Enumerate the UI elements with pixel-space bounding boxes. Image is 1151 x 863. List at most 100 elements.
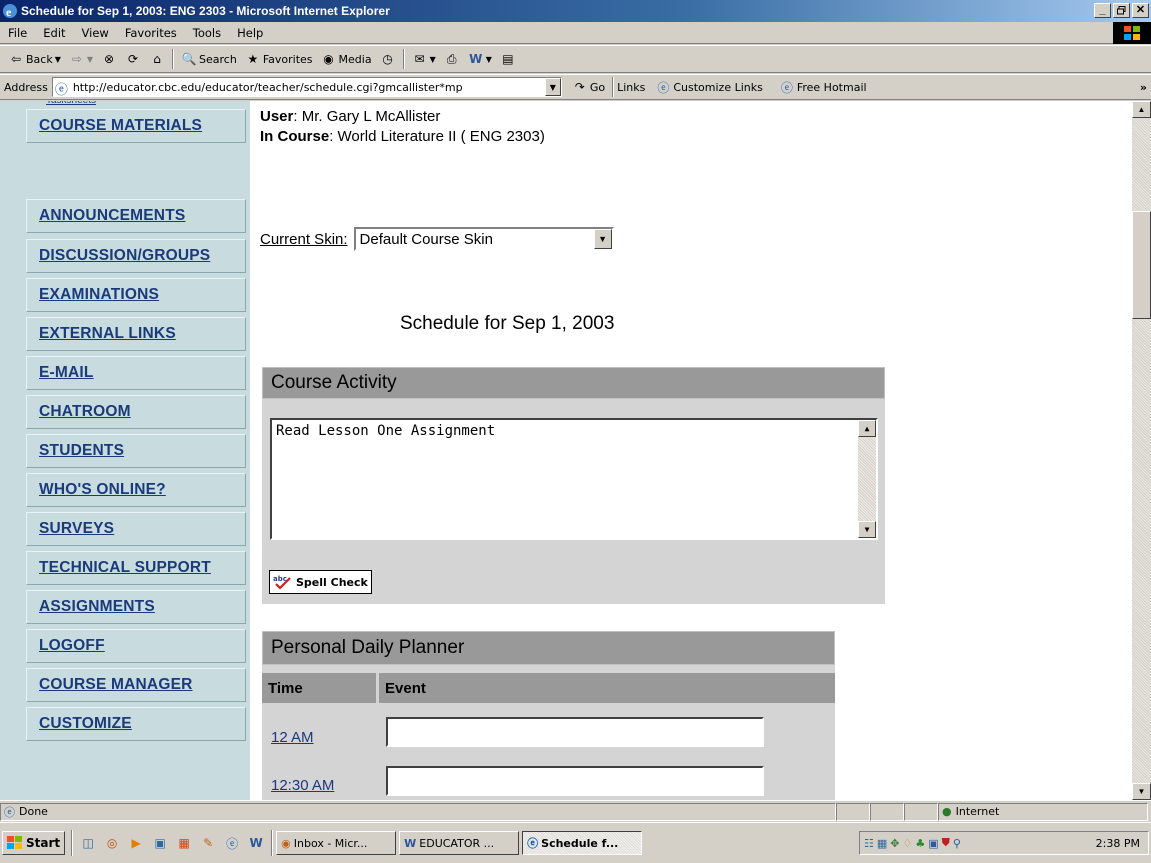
forward-button[interactable]: ⇨ ▼ (65, 51, 97, 67)
nav-announcements[interactable]: ANNOUNCEMENTS (26, 199, 246, 233)
ie-icon: ⓔ (527, 837, 539, 850)
mail-button[interactable]: ✉ ▼ (408, 51, 440, 67)
tray-network-icon[interactable]: ☷ (864, 837, 874, 850)
nav-email[interactable]: E-MAIL (26, 356, 246, 390)
media-button[interactable]: ◉ Media (317, 51, 376, 67)
clock[interactable]: 2:38 PM (1096, 837, 1140, 850)
task-schedule[interactable]: ⓔ Schedule f... (522, 831, 643, 855)
scroll-thumb[interactable] (1132, 211, 1151, 319)
scroll-up-button[interactable]: ▲ (1132, 101, 1151, 118)
free-hotmail-link[interactable]: ⓔ Free Hotmail (775, 79, 871, 95)
refresh-icon: ⟳ (128, 52, 139, 66)
nav-customize[interactable]: CUSTOMIZE (26, 707, 246, 741)
address-dropdown-button[interactable]: ▼ (544, 78, 561, 96)
maximize-button[interactable] (1113, 3, 1130, 18)
close-button[interactable]: ✕ (1132, 3, 1149, 18)
skin-dropdown-button[interactable]: ▼ (593, 229, 612, 249)
links-overflow-chevron[interactable]: » (1140, 81, 1147, 94)
status-cell (904, 802, 938, 821)
scroll-down-button[interactable]: ▼ (1132, 783, 1151, 800)
tray-icon[interactable]: ♣ (915, 837, 925, 850)
links-label[interactable]: Links (617, 81, 645, 94)
system-tray: ☷ ▦ ✥ ♢ ♣ ▣ ⛊ ⚲ 2:38 PM (859, 831, 1149, 855)
textarea-scrollbar[interactable]: ▲ ▼ (858, 420, 876, 538)
skin-select[interactable]: Default Course Skin ▼ (353, 227, 614, 251)
time-column-header: Time (262, 673, 376, 703)
spell-check-label: Spell Check (296, 575, 368, 589)
page-scrollbar[interactable]: ▲ ▼ (1132, 101, 1151, 800)
go-button[interactable]: ↷ Go (568, 79, 609, 95)
start-button[interactable]: Start (2, 831, 66, 855)
event-input-1230am[interactable] (386, 766, 764, 796)
quicklaunch-icon[interactable]: ◎ (103, 834, 121, 852)
tray-icon[interactable]: ♢ (903, 837, 913, 850)
favorites-button[interactable]: ★ Favorites (241, 51, 317, 67)
print-button[interactable]: ⎙ (440, 51, 464, 67)
event-input-12am[interactable] (386, 717, 764, 747)
nav-examinations[interactable]: EXAMINATIONS (26, 278, 246, 312)
refresh-button[interactable]: ⟳ (121, 51, 145, 67)
discuss-button[interactable]: ▤ (496, 51, 520, 67)
task-inbox[interactable]: ◉ Inbox - Micr... (276, 831, 397, 855)
time-link-1230am[interactable]: 12:30 AM (271, 777, 334, 794)
course-activity-header: Course Activity (262, 367, 885, 399)
menu-edit[interactable]: Edit (35, 26, 73, 40)
status-text: Done (19, 805, 48, 818)
nav-external-links[interactable]: EXTERNAL LINKS (26, 317, 246, 351)
chevron-down-icon: ▼ (86, 54, 94, 64)
quicklaunch-icon[interactable]: ▦ (175, 834, 193, 852)
spell-check-button[interactable]: abc Spell Check (269, 570, 372, 594)
tray-monitor-icon[interactable]: ▦ (877, 837, 887, 850)
word-quicklaunch-icon[interactable]: W (247, 834, 265, 852)
menu-tools[interactable]: Tools (185, 26, 229, 40)
home-button[interactable]: ⌂ (145, 51, 169, 67)
tray-sync-icon[interactable]: ✥ (890, 837, 899, 850)
nav-students[interactable]: STUDENTS (26, 434, 246, 468)
status-cell (870, 802, 904, 821)
tray-shield-icon[interactable]: ⛊ (942, 836, 950, 850)
scroll-up-button[interactable]: ▲ (858, 420, 876, 437)
time-link-12am[interactable]: 12 AM (271, 729, 314, 746)
status-bar: ⓔ Done ● Internet (0, 800, 1151, 822)
quicklaunch-icon[interactable]: ▶ (127, 834, 145, 852)
quicklaunch-icon[interactable]: ✎ (199, 834, 217, 852)
tray-icon[interactable]: ▣ (928, 837, 938, 850)
window-title-bar[interactable]: e Schedule for Sep 1, 2003: ENG 2303 - M… (0, 0, 1151, 22)
customize-links-link[interactable]: ⓔ Customize Links (651, 79, 767, 95)
nav-logoff[interactable]: LOGOFF (26, 629, 246, 663)
toolbar-separator (402, 49, 405, 69)
search-icon: 🔍 (181, 52, 197, 66)
go-arrow-icon: ↷ (574, 80, 585, 94)
menu-file[interactable]: File (0, 26, 35, 40)
nav-course-manager[interactable]: COURSE MANAGER (26, 668, 246, 702)
course-activity-textarea[interactable]: Read Lesson One Assignment ▲ ▼ (270, 418, 878, 540)
left-navigation: Tasksheets COURSE MATERIALS ANNOUNCEMENT… (0, 101, 250, 800)
task-educator[interactable]: W EDUCATOR ... (399, 831, 520, 855)
taskbar: Start ◫ ◎ ▶ ▣ ▦ ✎ ⓔ W ◉ Inbox - Micr... … (0, 822, 1151, 863)
nav-course-materials[interactable]: COURSE MATERIALS (26, 109, 246, 143)
tray-search-icon[interactable]: ⚲ (953, 837, 961, 850)
stop-button[interactable]: ⊗ (97, 51, 121, 67)
minimize-button[interactable]: _ (1094, 3, 1111, 18)
search-button[interactable]: 🔍 Search (177, 51, 241, 67)
nav-discussion-groups[interactable]: DISCUSSION/GROUPS (26, 239, 246, 273)
nav-surveys[interactable]: SURVEYS (26, 512, 246, 546)
ie-quicklaunch-icon[interactable]: ⓔ (223, 834, 241, 852)
edit-button[interactable]: W ▼ (464, 51, 496, 67)
nav-technical-support[interactable]: TECHNICAL SUPPORT (26, 551, 246, 585)
menu-favorites[interactable]: Favorites (117, 26, 185, 40)
scroll-down-button[interactable]: ▼ (858, 521, 876, 538)
nav-item-tasksheets[interactable]: Tasksheets (26, 101, 246, 109)
back-button[interactable]: ⇦ Back ▼ (4, 51, 65, 67)
menu-view[interactable]: View (74, 26, 117, 40)
quicklaunch-icon[interactable]: ▣ (151, 834, 169, 852)
nav-assignments[interactable]: ASSIGNMENTS (26, 590, 246, 624)
address-input[interactable]: ⓔ http://educator.cbc.edu/educator/teach… (51, 77, 562, 97)
nav-chatroom[interactable]: CHATROOM (26, 395, 246, 429)
word-icon: W (469, 52, 483, 66)
history-button[interactable]: ◷ (376, 51, 400, 67)
menu-help[interactable]: Help (229, 26, 271, 40)
nav-whos-online[interactable]: WHO'S ONLINE? (26, 473, 246, 507)
home-icon: ⌂ (153, 52, 161, 66)
quicklaunch-icon[interactable]: ◫ (79, 834, 97, 852)
